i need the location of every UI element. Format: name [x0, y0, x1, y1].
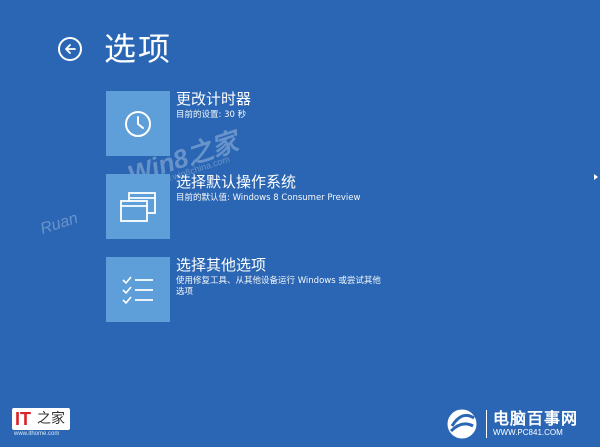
- back-arrow-icon: [65, 44, 76, 54]
- page-title: 选项: [104, 30, 173, 68]
- page-header: 选项: [58, 24, 172, 74]
- back-button[interactable]: [58, 37, 82, 61]
- ithome-logo-url: www.ithome.com: [14, 431, 60, 437]
- option-text: 选择其他选项 使用修复工具、从其他设备运行 Windows 或尝试其他选项: [176, 256, 386, 298]
- option-description: 使用修复工具、从其他设备运行 Windows 或尝试其他选项: [176, 276, 381, 297]
- option-tile: [106, 91, 170, 156]
- option-change-timer[interactable]: 更改计时器 目前的设置: 30 秒: [106, 90, 526, 156]
- clock-icon: [125, 110, 151, 137]
- option-title: 选择默认操作系统: [176, 173, 297, 191]
- pc841-text: 电脑百事网 WWW.PC841.COM: [486, 410, 578, 438]
- option-title: 选择其他选项: [176, 256, 267, 274]
- windows-icon: [120, 191, 156, 222]
- option-text: 选择默认操作系统 目前的默认值: Windows 8 Consumer Prev…: [176, 173, 386, 204]
- option-description: 目前的默认值: Windows 8 Consumer Preview: [176, 193, 361, 203]
- ithome-logo-cn: 之家: [37, 411, 65, 427]
- pc841-logo: 电脑百事网 WWW.PC841.COM: [444, 404, 594, 444]
- pc841-emblem-icon: [446, 408, 478, 440]
- checklist-icon: [122, 275, 153, 304]
- option-other-options[interactable]: 选择其他选项 使用修复工具、从其他设备运行 Windows 或尝试其他选项: [106, 256, 526, 322]
- pc841-logo-cn: 电脑百事网: [493, 409, 579, 428]
- ithome-logo-box: IT 之家: [12, 408, 70, 430]
- option-default-os[interactable]: 选择默认操作系统 目前的默认值: Windows 8 Consumer Prev…: [106, 173, 526, 239]
- pc841-logo-url: WWW.PC841.COM: [493, 428, 563, 437]
- option-description: 目前的设置: 30 秒: [176, 110, 247, 120]
- scroll-arrow-icon: [594, 174, 598, 180]
- option-tile: [106, 257, 170, 322]
- option-title: 更改计时器: [176, 90, 252, 108]
- option-tile: [106, 174, 170, 239]
- ithome-logo: IT 之家 www.ithome.com: [12, 408, 82, 440]
- option-text: 更改计时器 目前的设置: 30 秒: [176, 90, 386, 121]
- watermark-left-text: Ruan: [38, 209, 81, 238]
- options-list: 更改计时器 目前的设置: 30 秒 选择默认操作系统 目前的默认值: Windo…: [106, 90, 526, 340]
- ithome-logo-it: IT: [15, 409, 31, 429]
